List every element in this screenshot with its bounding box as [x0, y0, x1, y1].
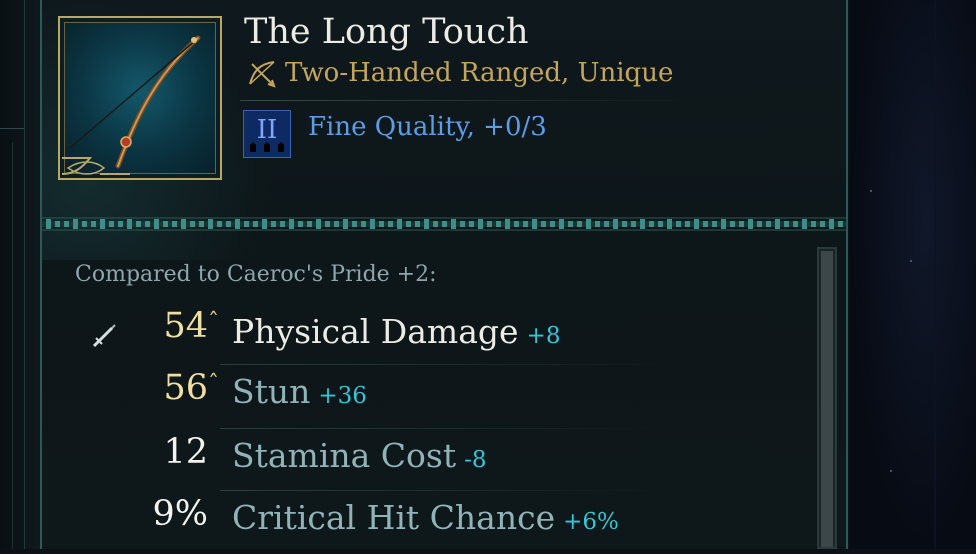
- left-background: [0, 0, 40, 549]
- stat-label: Stamina Cost -8: [232, 436, 487, 475]
- stat-name: Stun: [232, 372, 311, 411]
- star: [910, 260, 912, 262]
- quality-badge: II: [243, 110, 291, 158]
- stat-row-stamina-cost: 12 Stamina Cost -8: [60, 428, 800, 492]
- stat-delta: -8: [464, 447, 487, 473]
- stat-row-stun: 56 ˆ Stun +36: [60, 364, 800, 428]
- row-divider: [220, 428, 680, 429]
- stat-row-critical-hit-chance: 9% Critical Hit Chance +6%: [60, 490, 800, 554]
- left-rail-edge: [0, 142, 13, 549]
- stat-delta: +8: [526, 323, 561, 349]
- item-icon-frame: [58, 16, 222, 180]
- star: [870, 190, 872, 192]
- ranged-bow-icon: [249, 61, 276, 88]
- row-divider: [220, 364, 680, 365]
- sword-icon: [92, 324, 116, 348]
- stat-row-physical-damage: 54 ˆ Physical Damage +8: [60, 306, 800, 366]
- scrollbar-thumb[interactable]: [821, 251, 833, 547]
- stat-name: Stamina Cost: [232, 436, 457, 475]
- background-seam: [934, 0, 936, 549]
- stat-delta: +6%: [563, 509, 619, 535]
- stat-label: Stun +36: [232, 372, 367, 411]
- comparison-header: Compared to Caeroc's Pride +2:: [75, 262, 437, 287]
- item-name: The Long Touch: [244, 12, 529, 52]
- stat-value: 56: [163, 368, 208, 408]
- header-divider: [240, 100, 700, 101]
- bow-icon: [61, 35, 201, 175]
- scrollbar[interactable]: [817, 247, 837, 549]
- row-divider: [220, 490, 680, 491]
- quality-tier: II: [256, 115, 278, 145]
- increase-caret: ˆ: [208, 310, 219, 335]
- stat-label: Physical Damage +8: [232, 312, 560, 351]
- ornamental-divider: [42, 217, 846, 231]
- stat-value: 12: [163, 432, 208, 472]
- quality-text: Fine Quality, +0/3: [308, 112, 547, 142]
- item-type: Two-Handed Ranged, Unique: [285, 58, 674, 88]
- stat-name: Critical Hit Chance: [232, 498, 556, 537]
- increase-caret: ˆ: [208, 372, 219, 397]
- stat-name: Physical Damage: [232, 312, 519, 351]
- right-background: [850, 0, 976, 549]
- stat-delta: +36: [318, 383, 367, 409]
- stat-value: 9%: [152, 494, 208, 534]
- stat-label: Critical Hit Chance +6%: [232, 498, 619, 537]
- stat-value: 54: [163, 306, 208, 346]
- star: [890, 470, 892, 472]
- quality-pips: [244, 142, 290, 155]
